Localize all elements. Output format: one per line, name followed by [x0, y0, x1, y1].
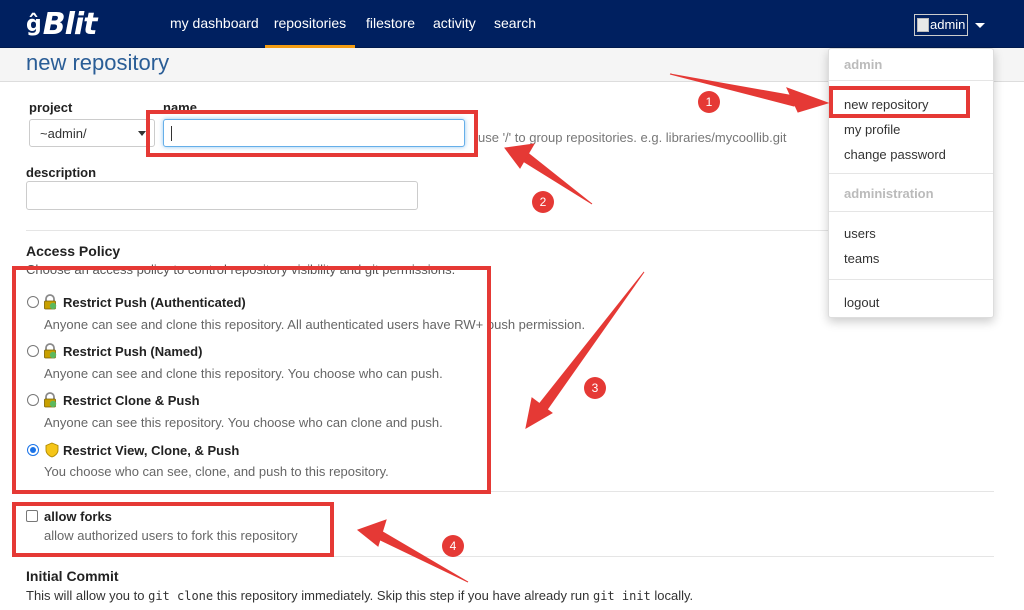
dropdown-divider — [829, 211, 993, 212]
dropdown-divider — [829, 173, 993, 174]
dropdown-divider — [829, 80, 993, 81]
initial-commit-text: This will allow you to git clone this re… — [26, 588, 693, 603]
user-menu-toggle[interactable]: admin — [914, 14, 986, 36]
initial-commit-text-part: This will allow you to — [26, 588, 149, 603]
arrow-4-head — [356, 519, 387, 547]
menu-item-logout[interactable]: logout — [844, 295, 879, 310]
annotation-badge-1: 1 — [698, 91, 720, 113]
avatar-alt-text: admin — [930, 17, 966, 32]
description-label: description — [26, 165, 97, 180]
annotation-badge-2: 2 — [532, 191, 554, 213]
brand-text: Blit — [42, 6, 98, 42]
project-label: project — [29, 100, 73, 115]
nav-search[interactable]: search — [494, 0, 536, 48]
menu-item-my-profile[interactable]: my profile — [844, 122, 900, 137]
code-git-init: git init — [592, 589, 651, 603]
menu-item-change-password[interactable]: change password — [844, 147, 946, 162]
chevron-down-icon — [138, 131, 146, 136]
menu-item-teams[interactable]: teams — [844, 251, 879, 266]
brand-glyph-icon: ĝ — [26, 11, 42, 37]
nav-activity[interactable]: activity — [433, 0, 476, 48]
initial-commit-title: Initial Commit — [26, 568, 119, 584]
dropdown-header-user: admin — [844, 57, 883, 72]
initial-commit-text-part: locally. — [650, 588, 694, 603]
page-title: new repository — [26, 50, 170, 75]
nav-my-dashboard[interactable]: my dashboard — [170, 0, 259, 48]
arrow-2-shaft — [517, 149, 593, 205]
annotation-box-name — [146, 110, 478, 157]
annotation-badge-4: 4 — [442, 535, 464, 557]
menu-item-users[interactable]: users — [844, 226, 876, 241]
dropdown-divider — [829, 279, 993, 280]
nav-filestore[interactable]: filestore — [366, 0, 415, 48]
arrow-2-head — [504, 143, 535, 169]
nav-repositories[interactable]: repositories — [265, 0, 355, 48]
dropdown-header-administration: administration — [844, 186, 934, 201]
project-select-value: ~admin/ — [40, 126, 87, 141]
top-navbar: ĝ Blit my dashboard repositories filesto… — [0, 0, 1024, 48]
brand-logo[interactable]: ĝ Blit — [26, 6, 98, 42]
annotation-box-access-policy — [12, 266, 491, 494]
code-git-clone: git clone — [148, 589, 214, 603]
initial-commit-text-part: this repository immediately. Skip this s… — [213, 588, 593, 603]
name-hint: use '/' to group repositories. e.g. libr… — [478, 130, 787, 145]
annotation-badge-3: 3 — [584, 377, 606, 399]
avatar[interactable]: admin — [914, 14, 969, 36]
arrow-1-head — [786, 87, 830, 113]
annotation-box-new-repository — [829, 86, 970, 118]
description-input[interactable] — [26, 181, 418, 210]
arrow-3-head — [525, 397, 553, 429]
annotation-box-forks — [12, 502, 334, 557]
broken-image-icon — [917, 18, 929, 32]
project-select[interactable]: ~admin/ — [29, 119, 155, 147]
chevron-down-icon[interactable] — [975, 22, 986, 28]
access-policy-title: Access Policy — [26, 243, 121, 259]
